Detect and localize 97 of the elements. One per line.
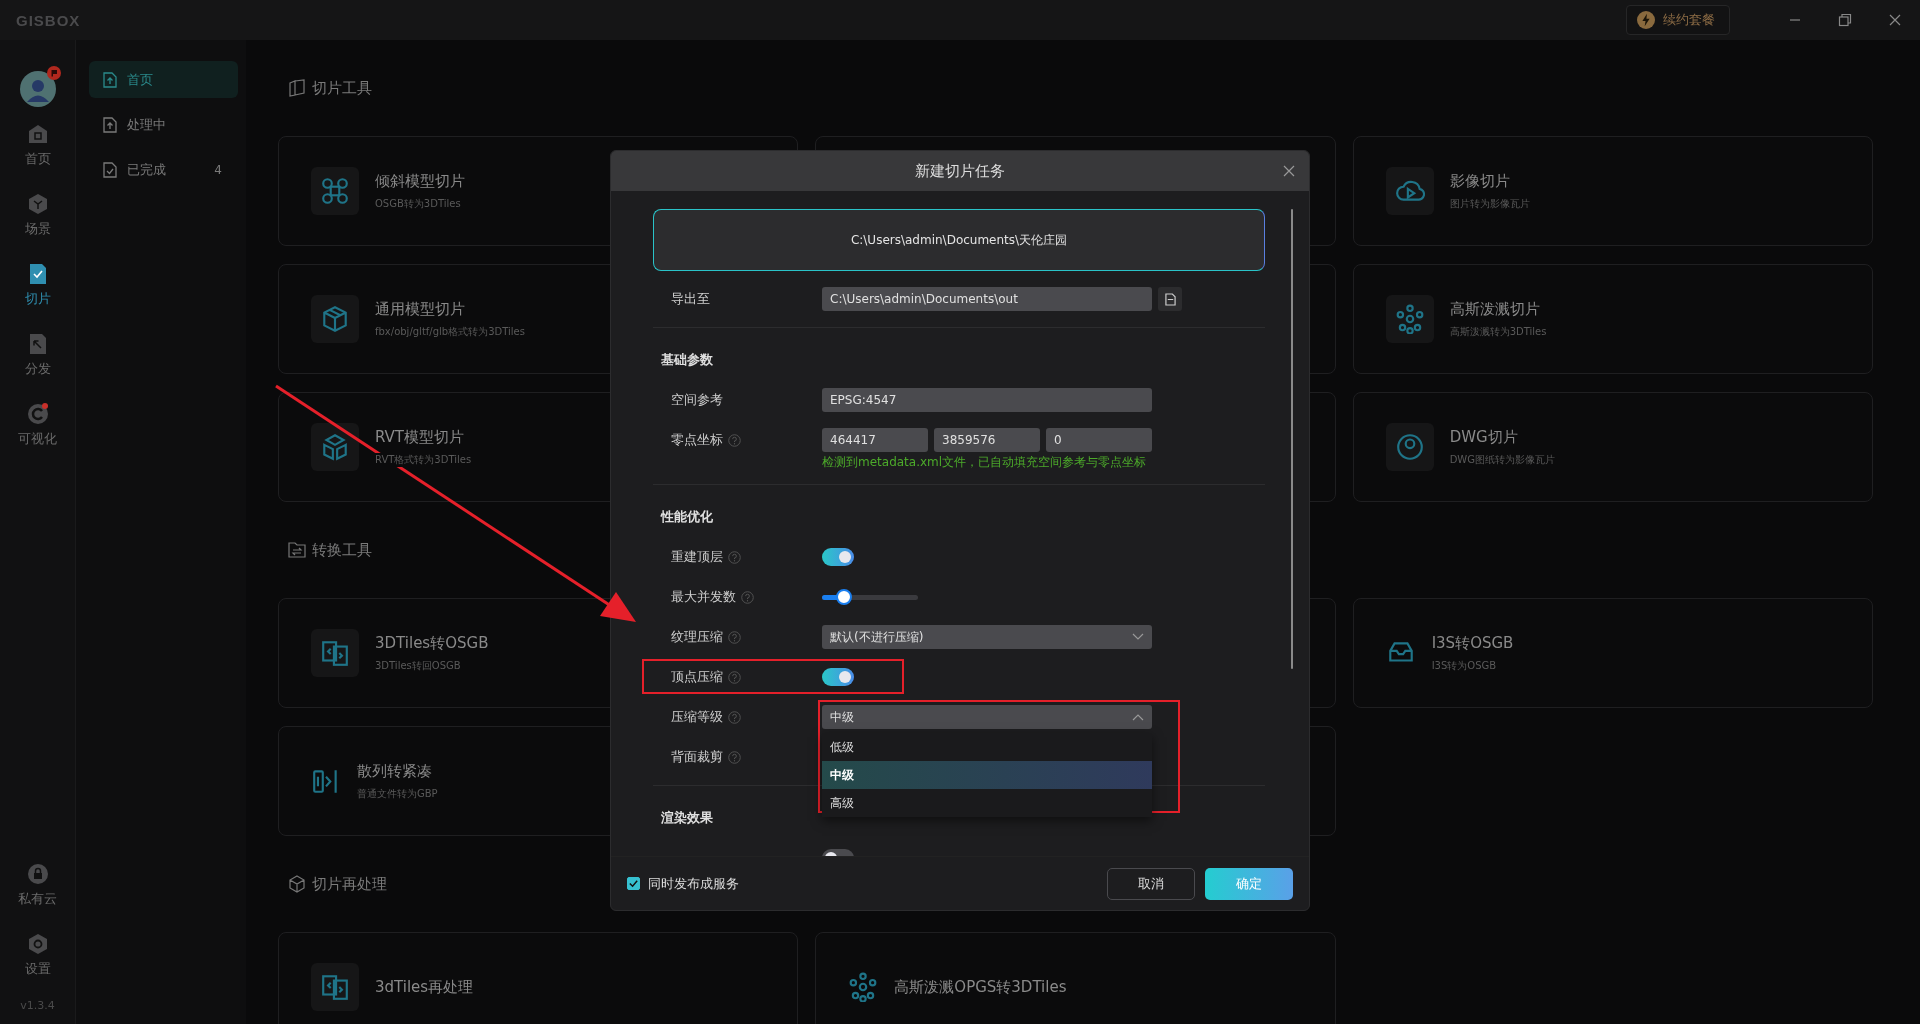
folder-swap-icon (288, 541, 306, 559)
cube-icon (320, 304, 350, 334)
coordinate-field[interactable]: 0 (1046, 428, 1152, 452)
coordinate-field[interactable]: 3859576 (934, 428, 1040, 452)
card-subtitle: DWG图纸转为影像瓦片 (1449, 452, 1555, 467)
sidebar-item[interactable]: 首页 (89, 61, 238, 98)
file-upload-icon (103, 71, 117, 88)
card-subtitle: 高斯泼溅转为3DTiles (1449, 324, 1547, 339)
field-label: 零点坐标 (671, 431, 723, 449)
dropdown-option[interactable]: 低级 (822, 733, 1152, 761)
card-subtitle: 图片转为影像瓦片 (1449, 196, 1530, 211)
checkbox-label: 同时发布成服务 (648, 874, 739, 893)
tool-card[interactable]: 3dTiles再处理 (278, 932, 799, 1024)
nav-item[interactable]: 私有云 (18, 863, 57, 933)
card-title: 影像切片 (1449, 171, 1511, 191)
nodes-icon (1394, 304, 1425, 334)
card-subtitle: fbx/obj/gltf/glb格式转为3DTiles (375, 324, 525, 339)
cube-icon (26, 193, 49, 215)
ring-icon (1394, 432, 1425, 462)
hint-text: 检测到metadata.xml文件，已自动填充空间参考与零点坐标 (822, 454, 1148, 471)
nav-item[interactable]: 分发 (24, 333, 51, 403)
flower-icon (848, 972, 879, 1002)
slider[interactable] (822, 589, 918, 605)
sidebar-item[interactable]: 处理中 (89, 106, 238, 143)
field-label: 导出至 (670, 290, 711, 308)
coordinate-field[interactable]: 464417 (822, 428, 928, 452)
toggle-switch[interactable] (822, 548, 854, 566)
card-subtitle: 普通文件转为GBP (357, 786, 438, 801)
nav-item[interactable]: 可视化 (18, 403, 57, 473)
nav-item[interactable]: 场景 (24, 193, 51, 263)
card-title: 高斯泼溅OPGS转3DTiles (894, 977, 1067, 997)
settings-icon (26, 933, 49, 955)
book-icon (288, 79, 306, 97)
card-title: I3S转OSGB (1431, 633, 1514, 653)
section-title: 性能优化 (661, 508, 713, 526)
close-icon[interactable] (1283, 165, 1295, 177)
card-subtitle: RVT格式转为3DTiles (375, 452, 472, 467)
drone-icon (320, 176, 350, 206)
caret-up-icon (1132, 713, 1144, 721)
cube-icon (288, 875, 306, 893)
lock-icon (26, 863, 49, 885)
field-label: 顶点压缩 (671, 668, 723, 686)
section-title: 渲染效果 (661, 809, 713, 827)
card-title: 高斯泼溅切片 (1449, 299, 1541, 319)
restore-icon[interactable] (1838, 13, 1852, 27)
card-title: 通用模型切片 (375, 299, 466, 319)
home-icon (26, 123, 49, 145)
renew-button[interactable]: 续约套餐 (1626, 5, 1730, 35)
card-title: 3DTiles转OSGB (375, 633, 489, 653)
caret-down-icon (1132, 633, 1144, 641)
card-title: RVT模型切片 (375, 427, 466, 447)
section-title: 基础参数 (661, 351, 713, 369)
card-title: 倾斜模型切片 (375, 171, 465, 191)
field-label: 压缩等级 (671, 708, 723, 726)
notification-badge-icon (46, 66, 61, 80)
tool-card[interactable]: I3S转OSGB I3S转为OSGB (1352, 598, 1873, 708)
filecode-icon (320, 972, 350, 1002)
tool-card[interactable]: 高斯泼溅切片 高斯泼溅转为3DTiles (1352, 264, 1873, 374)
folder-button[interactable] (1158, 287, 1182, 311)
section-title: 切片再处理 (312, 874, 387, 894)
input-field[interactable]: EPSG:4547 (822, 388, 1152, 412)
file-check-icon (103, 161, 117, 178)
dropdown-option[interactable]: 中级 (822, 761, 1152, 789)
tool-card[interactable]: 影像切片 图片转为影像瓦片 (1352, 136, 1873, 246)
dialog-title: 新建切片任务 (915, 161, 1005, 181)
field-label: 背面裁剪 (671, 748, 723, 766)
card-title: 散列转紧凑 (357, 761, 433, 781)
dropdown-option[interactable]: 高级 (822, 789, 1152, 817)
field-label: 空间参考 (671, 391, 723, 409)
export-path-field[interactable]: C:\Users\admin\Documents\out (822, 287, 1152, 311)
tool-card[interactable]: DWG切片 DWG图纸转为影像瓦片 (1352, 392, 1873, 502)
lightning-icon (1637, 11, 1655, 29)
section-title: 转换工具 (312, 540, 372, 560)
card-title: 3dTiles再处理 (375, 977, 474, 997)
cubes-icon (320, 432, 350, 462)
toggle-switch[interactable] (822, 668, 854, 686)
file-upload-icon (103, 116, 117, 133)
field-label: 重建顶层 (671, 548, 723, 566)
sidebar-item[interactable]: 已完成 4 (89, 151, 238, 188)
slider-thumb[interactable] (836, 589, 853, 605)
select-field[interactable]: 默认(不进行压缩) (822, 625, 1152, 649)
nav-item[interactable]: 切片 (24, 263, 51, 333)
select-field[interactable]: 中级 (822, 705, 1152, 729)
version-label: v1.3.4 (20, 999, 55, 1014)
cancel-button[interactable]: 取消 (1107, 867, 1195, 900)
close-icon[interactable] (1888, 13, 1902, 27)
scrollbar[interactable] (1291, 209, 1293, 669)
nav-item[interactable]: 首页 (24, 123, 51, 193)
avatar[interactable] (19, 66, 61, 107)
checkbox[interactable] (627, 877, 640, 890)
section-title: 切片工具 (312, 78, 372, 98)
tool-card[interactable]: 高斯泼溅OPGS转3DTiles (815, 932, 1336, 1024)
field-label: 纹理压缩 (671, 628, 723, 646)
filecode-icon (320, 638, 350, 668)
card-title: DWG切片 (1449, 427, 1519, 447)
file-icon (1164, 292, 1176, 306)
source-path-field[interactable]: C:\Users\admin\Documents\天伦庄园 (653, 209, 1265, 271)
